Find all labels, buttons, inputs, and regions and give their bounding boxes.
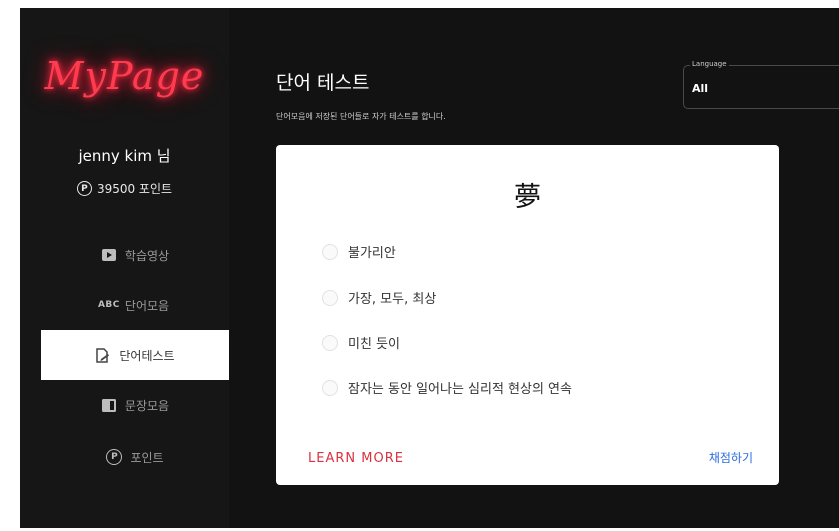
option-label: 가장, 모두, 최상: [348, 292, 437, 307]
sidebar-item-word-collection[interactable]: ABC 단어모음: [41, 280, 229, 330]
sidebar: MyPage jenny kim 님 P 39500 포인트 학습영상 ABC …: [20, 8, 229, 528]
radio-button[interactable]: [322, 334, 338, 351]
points-value: 39500 포인트: [96, 182, 173, 196]
page-subtitle: 단어모음에 저장된 단어들로 자가 테스트를 합니다.: [276, 112, 446, 121]
learn-more-link[interactable]: LEARN MORE: [308, 451, 404, 466]
video-icon: [101, 248, 117, 262]
option-label: 불가리안: [348, 246, 396, 261]
language-select[interactable]: Language All: [683, 60, 839, 109]
sidebar-item-sentence-collection[interactable]: 문장모음: [41, 380, 229, 430]
radio-button[interactable]: [322, 379, 338, 396]
radio-button[interactable]: [322, 243, 338, 260]
sidebar-item-points[interactable]: P 포인트: [41, 432, 229, 482]
sidebar-item-videos[interactable]: 학습영상: [41, 230, 229, 280]
point-glyph: P: [106, 449, 123, 465]
sidebar-item-label: 단어모음: [124, 298, 170, 313]
language-label: Language: [690, 60, 729, 68]
quiz-option-3[interactable]: 미친 듯이: [322, 333, 400, 352]
test-document-icon: [95, 347, 111, 363]
book-icon: [101, 398, 117, 412]
sidebar-item-label: 포인트: [130, 450, 164, 465]
option-label: 미친 듯이: [348, 337, 400, 352]
sidebar-item-label: 학습영상: [124, 248, 170, 263]
mypage-logo: MyPage: [44, 54, 205, 98]
app-window: MyPage jenny kim 님 P 39500 포인트 학습영상 ABC …: [20, 8, 839, 528]
quiz-word: 夢: [514, 182, 541, 213]
page-title: 단어 테스트: [276, 72, 370, 94]
radio-button[interactable]: [322, 289, 338, 306]
grade-button[interactable]: 채점하기: [709, 449, 753, 466]
point-icon: P: [106, 449, 123, 465]
quiz-card: 夢 불가리안 가장, 모두, 최상 미친 듯이 잠자는 동안 일어나는 심리적 …: [276, 145, 779, 485]
sidebar-item-word-test[interactable]: 단어테스트: [41, 330, 229, 380]
sidebar-item-label: 문장모음: [124, 398, 170, 413]
quiz-option-2[interactable]: 가장, 모두, 최상: [322, 288, 436, 307]
language-value: All: [692, 82, 709, 95]
points-display: P 39500 포인트: [20, 180, 229, 197]
sidebar-item-label: 단어테스트: [119, 348, 175, 363]
quiz-option-1[interactable]: 불가리안: [322, 242, 396, 261]
abc-icon: ABC: [97, 300, 120, 310]
point-badge-icon: P: [76, 181, 92, 196]
username: jenny kim 님: [78, 147, 171, 165]
option-label: 잠자는 동안 일어나는 심리적 현상의 연속: [348, 382, 572, 397]
quiz-option-4[interactable]: 잠자는 동안 일어나는 심리적 현상의 연속: [322, 378, 572, 397]
